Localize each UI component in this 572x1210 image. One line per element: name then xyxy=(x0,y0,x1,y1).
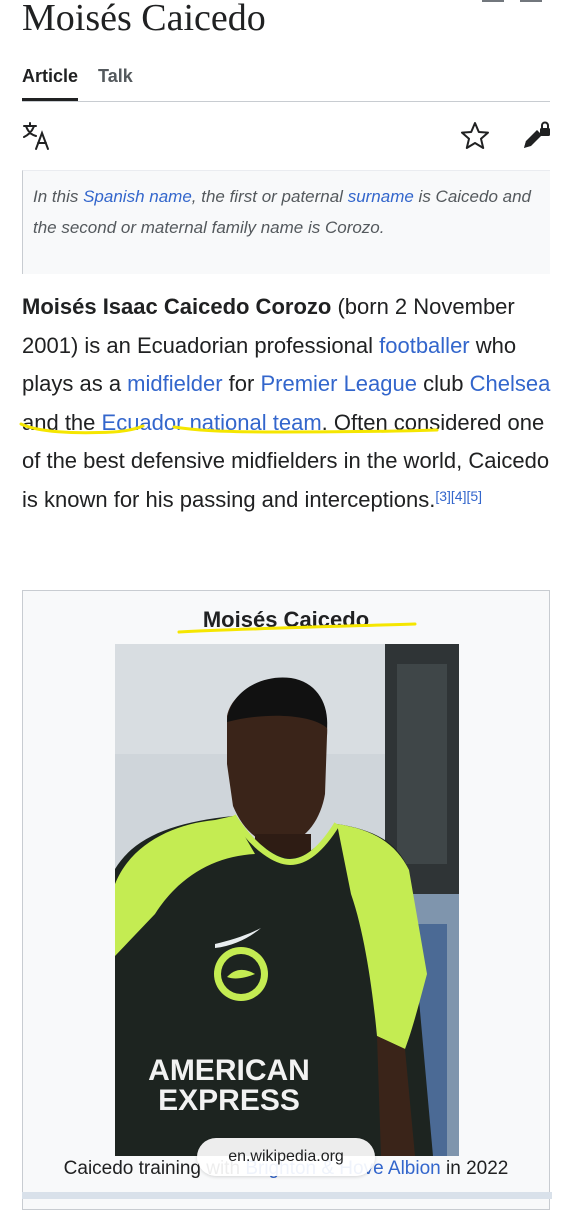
edit-lock-icon[interactable] xyxy=(520,120,552,152)
player-photo-image: AMERICAN EXPRESS xyxy=(115,644,459,1156)
surname-link[interactable]: surname xyxy=(348,187,414,206)
tab-talk[interactable]: Talk xyxy=(98,66,133,101)
chelsea-link[interactable]: Chelsea xyxy=(470,371,551,396)
page-title: Moisés Caicedo xyxy=(22,0,266,39)
browser-top-controls xyxy=(462,0,542,4)
shirt-sponsor-line2: EXPRESS xyxy=(158,1084,300,1117)
spanish-name-link[interactable]: Spanish name xyxy=(83,187,192,206)
tab-divider xyxy=(22,101,550,102)
language-icon[interactable] xyxy=(22,120,52,152)
reference-4[interactable]: [4] xyxy=(451,488,467,504)
footballer-link[interactable]: footballer xyxy=(379,333,470,358)
hatnote-text: In this xyxy=(33,187,84,206)
tab-article[interactable]: Article xyxy=(22,66,79,101)
premier-league-link[interactable]: Premier League xyxy=(260,371,417,396)
url-pill[interactable]: en.wikipedia.org xyxy=(197,1138,375,1176)
reference-5[interactable]: [5] xyxy=(467,488,483,504)
infobox-title: Moisés Caicedo xyxy=(202,607,370,632)
lead-text: for xyxy=(222,371,261,396)
midfielder-link[interactable]: midfielder xyxy=(127,371,222,396)
lead-paragraph: Moisés Isaac Caicedo Corozo (born 2 Nove… xyxy=(22,288,552,519)
hatnote-text: , the first or paternal xyxy=(191,187,348,206)
infobox: Moisés Caicedo AMERICAN EXPRESS Caicedo … xyxy=(22,590,550,1210)
star-icon[interactable] xyxy=(460,120,490,152)
shirt-sponsor-line1: AMERICAN xyxy=(148,1054,310,1087)
lead-text: and the xyxy=(22,409,102,435)
section-bar xyxy=(22,1192,552,1199)
caption-text: in 2022 xyxy=(440,1158,509,1179)
article-tabs: Article Talk xyxy=(22,66,133,101)
player-photo[interactable]: AMERICAN EXPRESS xyxy=(115,644,459,1156)
lead-text: club xyxy=(417,371,470,396)
ecuador-national-team-link[interactable]: Ecuador national team xyxy=(102,410,322,435)
hatnote: In this Spanish name, the first or pater… xyxy=(22,170,550,274)
subject-name: Moisés Isaac Caicedo Corozo xyxy=(22,294,332,319)
reference-3[interactable]: [3] xyxy=(435,488,451,504)
